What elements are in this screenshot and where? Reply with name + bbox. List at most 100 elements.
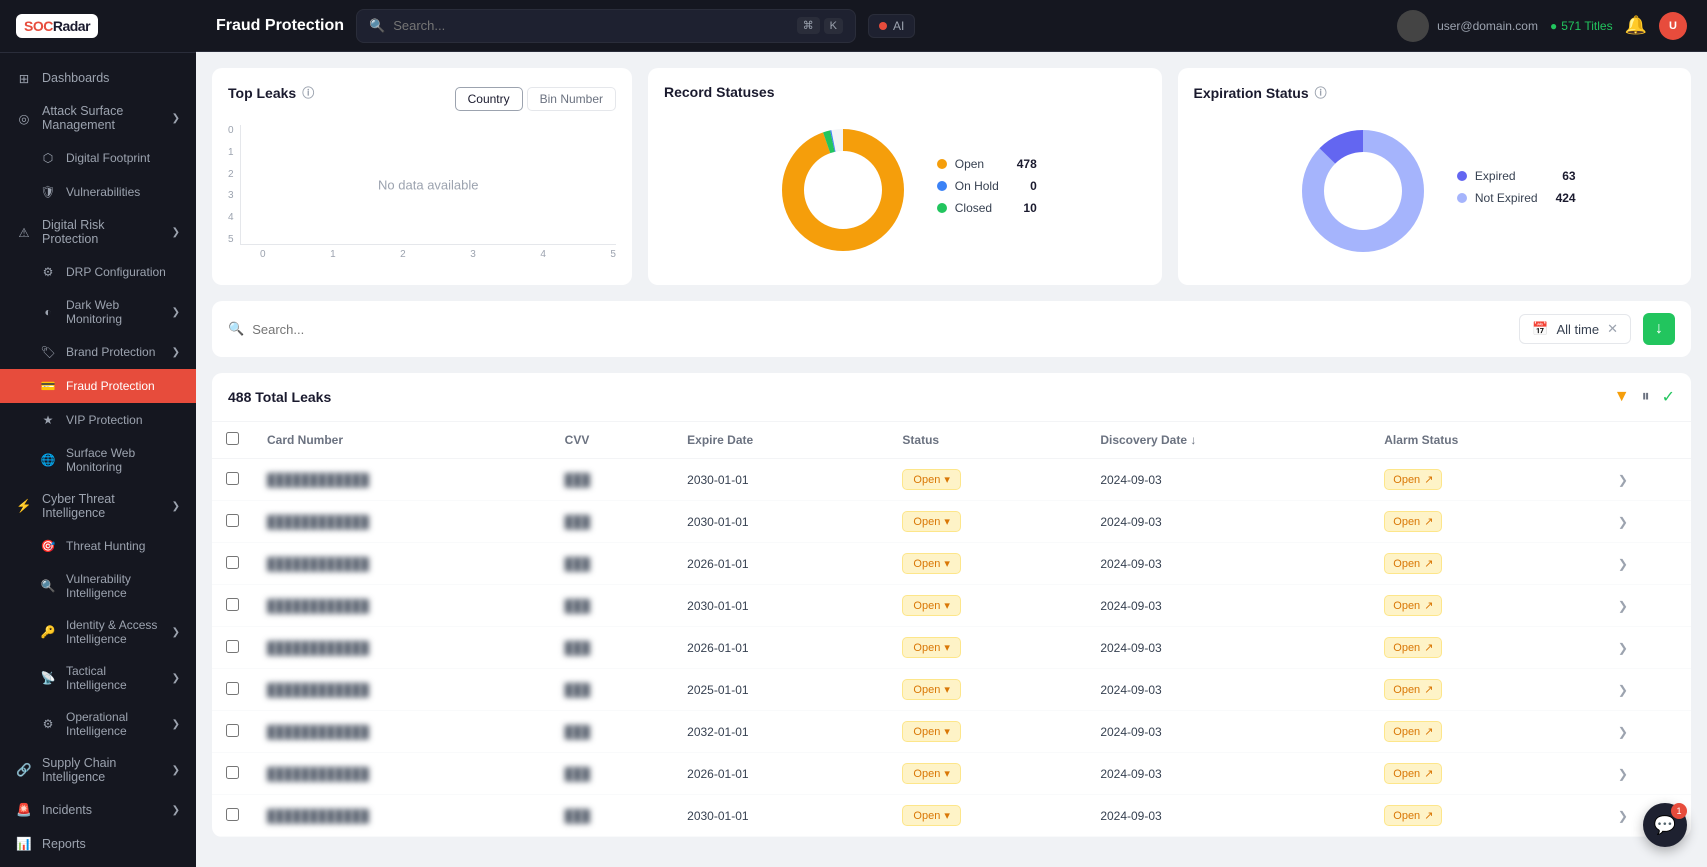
status-cell[interactable]: Open ▾ [888,459,1086,501]
tab-country[interactable]: Country [455,87,523,111]
status-badge[interactable]: Open ▾ [902,595,960,616]
chat-bubble[interactable]: 💬 1 [1643,803,1687,847]
status-badge[interactable]: Open ▾ [902,637,960,658]
row-checkbox[interactable] [226,598,239,611]
alarm-status-cell[interactable]: Open ↗ [1370,459,1604,501]
ai-button[interactable]: AI [868,14,915,38]
row-checkbox-cell[interactable] [212,501,253,543]
status-cell[interactable]: Open ▾ [888,585,1086,627]
row-expand-cell[interactable]: ❯ [1604,543,1691,585]
alarm-badge[interactable]: Open ↗ [1384,805,1442,826]
sidebar-item-reports[interactable]: 📊 Reports [0,827,196,861]
row-expand-cell[interactable]: ❯ [1604,753,1691,795]
alarm-status-cell[interactable]: Open ↗ [1370,669,1604,711]
row-expand-cell[interactable]: ❯ [1604,669,1691,711]
row-checkbox[interactable] [226,808,239,821]
status-badge[interactable]: Open ▾ [902,469,960,490]
row-expand-cell[interactable]: ❯ [1604,627,1691,669]
row-chevron-icon[interactable]: ❯ [1618,767,1628,781]
alarm-badge[interactable]: Open ↗ [1384,679,1442,700]
row-chevron-icon[interactable]: ❯ [1618,515,1628,529]
status-cell[interactable]: Open ▾ [888,753,1086,795]
tab-bin-number[interactable]: Bin Number [527,87,616,111]
sidebar-item-brand-protection[interactable]: 🏷 Brand Protection ❯ [0,335,196,369]
row-expand-cell[interactable]: ❯ [1604,501,1691,543]
sidebar-item-vulnerabilities[interactable]: 🛡 Vulnerabilities [0,175,196,209]
table-search-input[interactable] [252,322,1507,337]
row-checkbox-cell[interactable] [212,711,253,753]
row-chevron-icon[interactable]: ❯ [1618,725,1628,739]
status-badge[interactable]: Open ▾ [902,679,960,700]
alarm-badge[interactable]: Open ↗ [1384,511,1442,532]
alarm-status-cell[interactable]: Open ↗ [1370,585,1604,627]
row-checkbox-cell[interactable] [212,753,253,795]
row-chevron-icon[interactable]: ❯ [1618,557,1628,571]
row-checkbox[interactable] [226,556,239,569]
sidebar-item-dashboards[interactable]: ⊞ Dashboards [0,61,196,95]
row-checkbox-cell[interactable] [212,459,253,501]
row-checkbox-cell[interactable] [212,627,253,669]
sidebar-item-incidents[interactable]: 🚨 Incidents ❯ [0,793,196,827]
row-expand-cell[interactable]: ❯ [1604,585,1691,627]
row-expand-cell[interactable]: ❯ [1604,711,1691,753]
row-chevron-icon[interactable]: ❯ [1618,473,1628,487]
alarm-status-cell[interactable]: Open ↗ [1370,795,1604,837]
status-badge[interactable]: Open ▾ [902,511,960,532]
row-checkbox-cell[interactable] [212,543,253,585]
notification-bell[interactable]: 🔔 [1625,15,1647,36]
search-input[interactable] [393,18,788,33]
sidebar-item-cyber-threat[interactable]: ⚡ Cyber Threat Intelligence ❯ [0,483,196,529]
status-cell[interactable]: Open ▾ [888,501,1086,543]
sidebar-item-vuln-intel[interactable]: 🔍 Vulnerability Intelligence [0,563,196,609]
alarm-badge[interactable]: Open ↗ [1384,721,1442,742]
filter-icon[interactable]: ▼ [1614,388,1630,406]
status-cell[interactable]: Open ▾ [888,543,1086,585]
sidebar-item-supply-chain[interactable]: 🔗 Supply Chain Intelligence ❯ [0,747,196,793]
download-button[interactable]: ↓ [1643,313,1675,345]
row-checkbox[interactable] [226,472,239,485]
alarm-badge[interactable]: Open ↗ [1384,469,1442,490]
row-chevron-icon[interactable]: ❯ [1618,641,1628,655]
row-checkbox[interactable] [226,724,239,737]
row-checkbox-cell[interactable] [212,669,253,711]
select-all-header[interactable] [212,422,253,459]
status-cell[interactable]: Open ▾ [888,627,1086,669]
global-search-bar[interactable]: 🔍 ⌘ K [356,9,856,43]
status-cell[interactable]: Open ▾ [888,795,1086,837]
filter-search[interactable]: 🔍 [228,321,1507,337]
sidebar-item-threat-hunting[interactable]: 🎯 Threat Hunting [0,529,196,563]
alarm-status-cell[interactable]: Open ↗ [1370,627,1604,669]
status-badge[interactable]: Open ▾ [902,553,960,574]
sidebar-item-identity-access[interactable]: 🔑 Identity & Access Intelligence ❯ [0,609,196,655]
col-discovery-date[interactable]: Discovery Date ↓ [1086,422,1370,459]
alarm-status-cell[interactable]: Open ↗ [1370,711,1604,753]
select-all-checkbox[interactable] [226,432,239,445]
status-badge[interactable]: Open ▾ [902,721,960,742]
row-checkbox-cell[interactable] [212,585,253,627]
row-checkbox[interactable] [226,514,239,527]
sidebar-item-attack-surface[interactable]: ◎ Attack Surface Management ❯ [0,95,196,141]
sidebar-item-digital-risk[interactable]: ⚠ Digital Risk Protection ❯ [0,209,196,255]
alarm-badge[interactable]: Open ↗ [1384,553,1442,574]
time-filter[interactable]: 📅 All time ✕ [1519,314,1631,344]
row-chevron-icon[interactable]: ❯ [1618,599,1628,613]
sidebar-item-operational-intel[interactable]: ⚙ Operational Intelligence ❯ [0,701,196,747]
clear-icon[interactable]: ✕ [1607,321,1618,337]
pause-icon[interactable]: ⏸ [1642,388,1650,406]
status-cell[interactable]: Open ▾ [888,669,1086,711]
row-checkbox[interactable] [226,682,239,695]
sidebar-item-dark-web[interactable]: ◐ Dark Web Monitoring ❯ [0,289,196,335]
status-badge[interactable]: Open ▾ [902,763,960,784]
row-chevron-icon[interactable]: ❯ [1618,683,1628,697]
alarm-status-cell[interactable]: Open ↗ [1370,753,1604,795]
row-checkbox[interactable] [226,640,239,653]
sidebar-item-surface-web[interactable]: 🌐 Surface Web Monitoring [0,437,196,483]
sidebar-item-drp-config[interactable]: ⚙ DRP Configuration [0,255,196,289]
check-icon[interactable]: ✓ [1662,387,1675,407]
alarm-status-cell[interactable]: Open ↗ [1370,501,1604,543]
sidebar-item-tactical-intel[interactable]: 📡 Tactical Intelligence ❯ [0,655,196,701]
row-expand-cell[interactable]: ❯ [1604,459,1691,501]
row-checkbox[interactable] [226,766,239,779]
sidebar-item-vip-protection[interactable]: ★ VIP Protection [0,403,196,437]
sidebar-item-fraud-protection[interactable]: 💳 Fraud Protection [0,369,196,403]
